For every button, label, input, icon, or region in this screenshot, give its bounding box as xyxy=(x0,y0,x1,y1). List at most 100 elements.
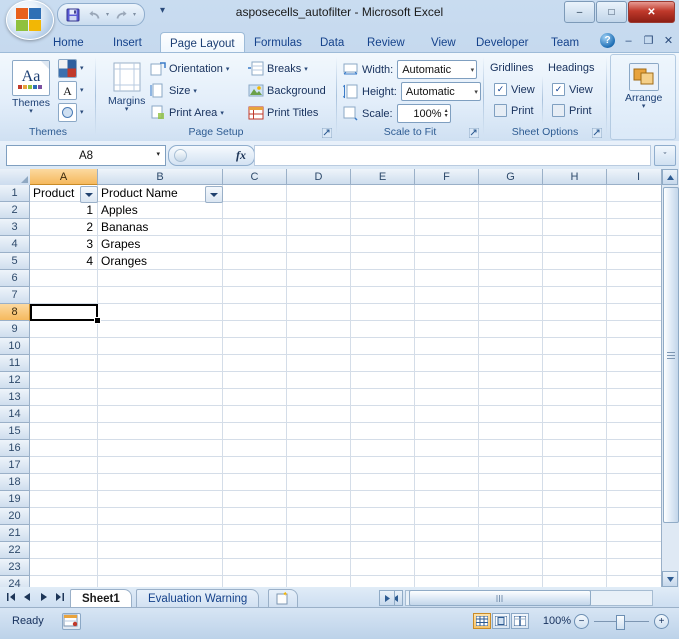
page-height-caret-icon[interactable]: ▾ xyxy=(474,88,478,96)
page-width-caret-icon[interactable]: ▾ xyxy=(471,66,475,74)
theme-effects-button[interactable]: ▾ xyxy=(56,102,86,122)
vertical-scrollbar[interactable] xyxy=(661,169,679,587)
gridlines-view-checkbox[interactable]: ✓ View xyxy=(494,83,535,96)
cell-A5[interactable]: 4 xyxy=(30,253,97,269)
themes-button[interactable]: Aa Themes ▾ xyxy=(10,58,52,117)
tab-formulas[interactable]: Formulas xyxy=(245,32,311,53)
zoom-level-label[interactable]: 100% xyxy=(543,615,571,627)
tab-page-layout[interactable]: Page Layout xyxy=(160,32,245,54)
fill-handle[interactable] xyxy=(94,317,101,324)
zoom-slider[interactable]: − + xyxy=(574,613,669,630)
theme-colors-caret-icon[interactable]: ▾ xyxy=(80,64,84,72)
select-all-button[interactable] xyxy=(0,169,31,186)
size-button[interactable]: Size ▾ xyxy=(148,81,199,101)
breaks-caret-icon[interactable]: ▾ xyxy=(304,65,308,73)
theme-effects-caret-icon[interactable]: ▾ xyxy=(80,108,84,116)
tab-developer[interactable]: Developer xyxy=(467,32,537,53)
row-header-7[interactable]: 7 xyxy=(0,287,30,304)
maximize-button[interactable]: □ xyxy=(596,1,627,23)
tab-review[interactable]: Review xyxy=(358,32,414,53)
arrange-caret-icon[interactable]: ▾ xyxy=(642,103,646,110)
row-header-18[interactable]: 18 xyxy=(0,474,30,491)
autofilter-dropdown-A1[interactable] xyxy=(80,186,98,203)
print-titles-button[interactable]: Print Titles xyxy=(246,103,320,123)
theme-fonts-button[interactable]: A ▾ xyxy=(56,80,86,100)
row-header-20[interactable]: 20 xyxy=(0,508,30,525)
cell-B4[interactable]: Grapes xyxy=(98,236,222,252)
undo-button[interactable] xyxy=(85,6,103,23)
column-header-a[interactable]: A xyxy=(30,169,98,185)
cell-B5[interactable]: Oranges xyxy=(98,253,222,269)
gridlines-print-checkbox[interactable]: Print xyxy=(494,104,534,117)
column-header-e[interactable]: E xyxy=(351,169,415,185)
cancel-enter-icon[interactable] xyxy=(174,149,187,162)
cell-A3[interactable]: 2 xyxy=(30,219,97,235)
restore-window-button[interactable]: ❐ xyxy=(642,34,655,47)
row-header-23[interactable]: 23 xyxy=(0,559,30,576)
cell-A1[interactable]: Product xyxy=(30,185,81,201)
expand-formula-bar-button[interactable]: ˇ xyxy=(654,145,676,166)
margins-caret-icon[interactable]: ▾ xyxy=(125,106,129,113)
column-header-d[interactable]: D xyxy=(287,169,351,185)
column-header-h[interactable]: H xyxy=(543,169,607,185)
page-scale-spin-arrows[interactable]: ▴ ▾ xyxy=(445,108,448,119)
redo-button[interactable] xyxy=(112,6,130,23)
row-header-6[interactable]: 6 xyxy=(0,270,30,287)
minimize-ribbon-button[interactable]: – xyxy=(622,35,635,47)
tab-insert[interactable]: Insert xyxy=(104,32,151,53)
print-area-caret-icon[interactable]: ▾ xyxy=(220,109,224,117)
row-header-22[interactable]: 22 xyxy=(0,542,30,559)
name-box-caret-icon[interactable]: ▾ xyxy=(156,150,160,158)
margins-button[interactable]: Margins ▾ xyxy=(106,60,147,115)
cell-A4[interactable]: 3 xyxy=(30,236,97,252)
view-page-break-button[interactable] xyxy=(511,613,529,629)
zoom-slider-thumb[interactable] xyxy=(616,614,625,630)
arrange-button[interactable]: Arrange ▾ xyxy=(623,61,664,112)
row-header-24[interactable]: 24 xyxy=(0,576,30,587)
row-header-10[interactable]: 10 xyxy=(0,338,30,355)
size-caret-icon[interactable]: ▾ xyxy=(193,87,197,95)
row-header-11[interactable]: 11 xyxy=(0,355,30,372)
sheet-tab-sheet1[interactable]: Sheet1 xyxy=(70,589,132,607)
undo-dropdown-caret[interactable]: ▾ xyxy=(106,11,109,18)
macro-record-icon[interactable] xyxy=(62,613,81,630)
formula-input[interactable] xyxy=(254,145,651,166)
next-sheet-button[interactable] xyxy=(36,590,51,604)
zoom-out-button[interactable]: − xyxy=(574,613,589,629)
row-header-5[interactable]: 5 xyxy=(0,253,30,270)
background-button[interactable]: Background xyxy=(246,81,328,101)
sheet-options-dialog-launcher[interactable] xyxy=(592,128,602,138)
column-header-i[interactable]: I xyxy=(607,169,662,185)
cell-area[interactable]: Product Product Name 1 Apples 2 Bananas 3 Grape… xyxy=(30,185,662,587)
row-header-8[interactable]: 8 xyxy=(0,304,30,321)
theme-fonts-caret-icon[interactable]: ▾ xyxy=(80,86,84,94)
page-setup-dialog-launcher[interactable] xyxy=(322,128,332,138)
close-button[interactable]: ✕ xyxy=(628,1,675,23)
breaks-button[interactable]: Breaks ▾ xyxy=(246,59,310,79)
scroll-up-button[interactable] xyxy=(662,169,678,185)
zoom-in-button[interactable]: + xyxy=(654,613,669,629)
help-icon[interactable]: ? xyxy=(600,33,615,48)
row-header-2[interactable]: 2 xyxy=(0,202,30,219)
row-header-17[interactable]: 17 xyxy=(0,457,30,474)
name-box[interactable]: A8 ▾ xyxy=(6,145,166,166)
themes-caret-icon[interactable]: ▾ xyxy=(29,108,33,115)
orientation-button[interactable]: Orientation ▾ xyxy=(148,59,231,79)
row-header-21[interactable]: 21 xyxy=(0,525,30,542)
insert-function-icon[interactable]: fx xyxy=(236,148,246,163)
row-header-1[interactable]: 1 xyxy=(0,185,30,202)
zoom-slider-track[interactable] xyxy=(594,614,649,630)
redo-dropdown-caret[interactable]: ▾ xyxy=(133,11,136,18)
sheet-tab-evaluation-warning[interactable]: Evaluation Warning xyxy=(136,589,260,607)
row-header-9[interactable]: 9 xyxy=(0,321,30,338)
row-header-14[interactable]: 14 xyxy=(0,406,30,423)
row-header-19[interactable]: 19 xyxy=(0,491,30,508)
cell-B2[interactable]: Apples xyxy=(98,202,222,218)
previous-sheet-button[interactable] xyxy=(20,590,35,604)
save-button[interactable] xyxy=(64,6,82,23)
autofilter-dropdown-B1[interactable] xyxy=(205,186,223,203)
column-header-g[interactable]: G xyxy=(479,169,543,185)
tab-team[interactable]: Team xyxy=(542,32,588,53)
row-header-16[interactable]: 16 xyxy=(0,440,30,457)
tab-data[interactable]: Data xyxy=(311,32,353,53)
